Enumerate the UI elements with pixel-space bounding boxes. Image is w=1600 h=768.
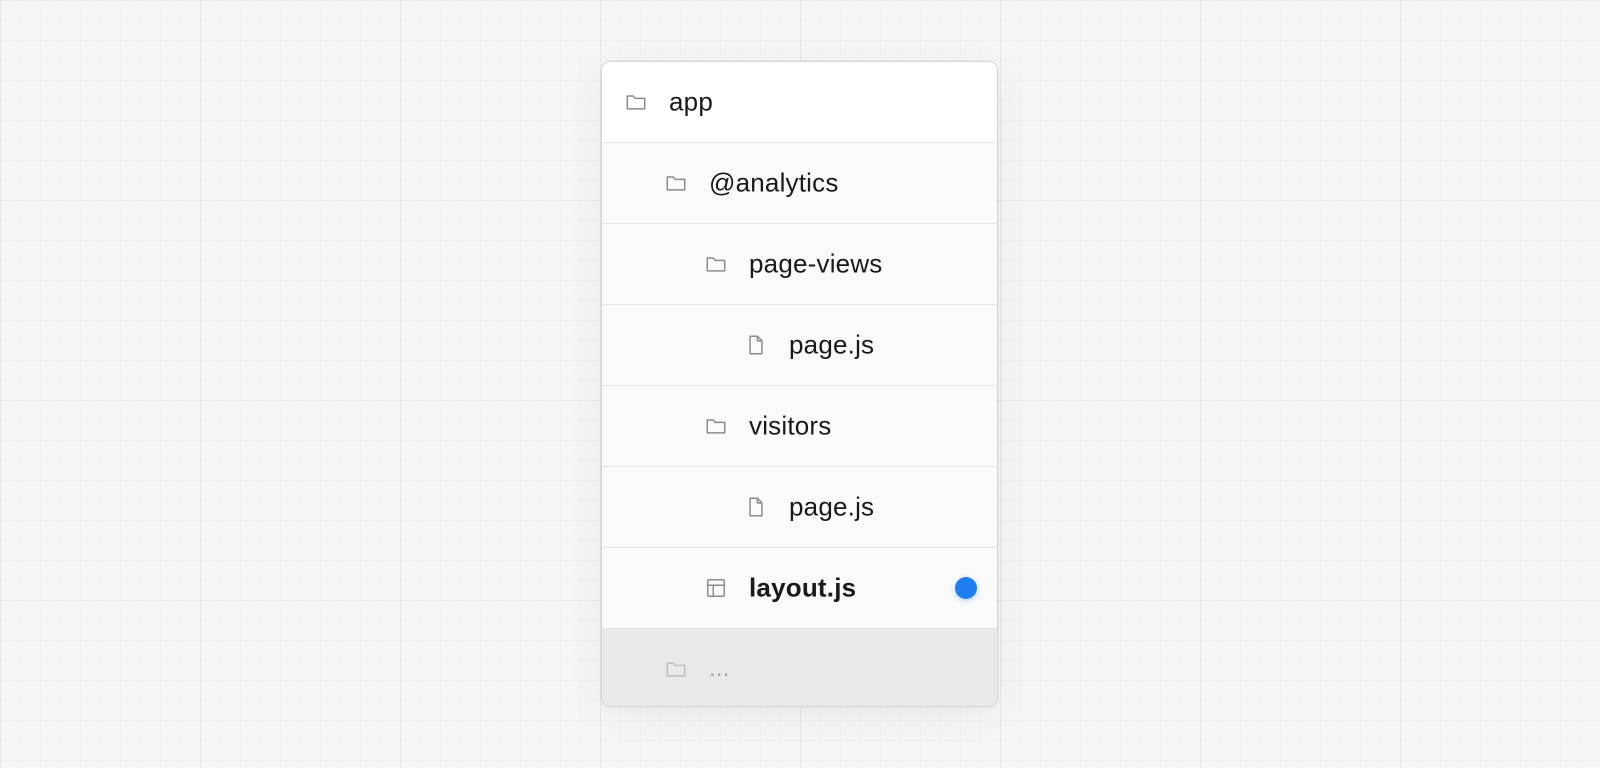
file-icon xyxy=(745,334,767,356)
tree-row-more[interactable]: ... xyxy=(602,629,997,706)
folder-icon xyxy=(705,415,727,437)
tree-row-page-js[interactable]: page.js xyxy=(602,305,997,386)
highlight-marker-dot xyxy=(955,577,977,599)
tree-row-page-views[interactable]: page-views xyxy=(602,224,997,305)
tree-row-visitors[interactable]: visitors xyxy=(602,386,997,467)
layout-icon xyxy=(705,577,727,599)
file-icon xyxy=(745,496,767,518)
folder-icon xyxy=(665,172,687,194)
folder-icon xyxy=(705,253,727,275)
tree-row-page-js[interactable]: page.js xyxy=(602,467,997,548)
tree-row-app[interactable]: app xyxy=(602,62,997,143)
tree-row-label: page-views xyxy=(749,248,883,279)
tree-row-analytics[interactable]: @analytics xyxy=(602,143,997,224)
tree-row-label: page.js xyxy=(789,329,875,360)
file-tree: app @analytics page-views page.js visito… xyxy=(601,61,998,707)
tree-row-label: page.js xyxy=(789,491,875,522)
folder-icon xyxy=(665,658,687,680)
tree-row-label: app xyxy=(669,86,713,117)
tree-row-layout-js[interactable]: layout.js xyxy=(602,548,997,629)
tree-row-label: ... xyxy=(709,654,730,682)
tree-row-label: visitors xyxy=(749,410,832,441)
tree-row-label: layout.js xyxy=(749,572,857,603)
folder-icon xyxy=(625,91,647,113)
tree-row-label: @analytics xyxy=(709,167,839,198)
